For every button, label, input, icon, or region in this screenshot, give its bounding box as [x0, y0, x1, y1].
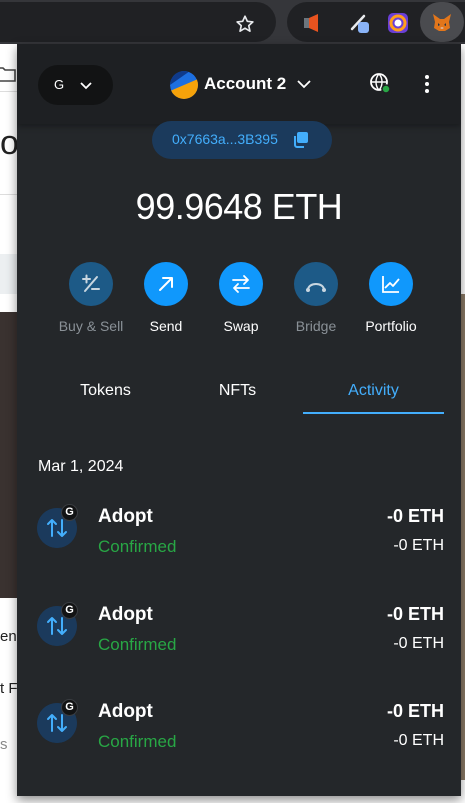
- send-circle: [144, 262, 188, 306]
- active-tab-indicator: [303, 412, 444, 414]
- copy-icon: [294, 132, 308, 148]
- send-label: Send: [149, 318, 183, 334]
- activity-item[interactable]: G Adopt Confirmed -0 ETH -0 ETH: [17, 695, 461, 765]
- tab-nfts[interactable]: NFTs: [167, 374, 308, 416]
- metamask-extension-button[interactable]: [420, 2, 464, 42]
- transaction-icon-wrap: G: [37, 699, 81, 747]
- network-badge: G: [61, 504, 78, 521]
- transaction-secondary-amount: -0 ETH: [393, 635, 444, 652]
- bridge-icon: [306, 283, 326, 292]
- portfolio-circle: [369, 262, 413, 306]
- bookmark-star-icon[interactable]: [234, 13, 256, 35]
- buy-sell-button[interactable]: Buy & Sell: [51, 262, 131, 342]
- color-ring-extension-icon[interactable]: [387, 12, 409, 34]
- pen-extension-icon[interactable]: [349, 12, 371, 34]
- popup-header: G Account 2: [17, 44, 461, 124]
- account-address-button[interactable]: 0x7663a...3B395: [152, 121, 332, 159]
- transaction-secondary-amount: -0 ETH: [393, 537, 444, 554]
- balance-amount: 99.9648 ETH: [135, 186, 343, 227]
- background-text-2: t F: [0, 680, 18, 697]
- transaction-title: Adopt: [98, 506, 153, 527]
- transaction-amount: -0 ETH: [386, 701, 444, 721]
- asset-tabs: Tokens NFTs Activity: [17, 374, 461, 416]
- more-options-icon[interactable]: [420, 73, 434, 95]
- bridge-label: Bridge: [295, 318, 337, 334]
- activity-item[interactable]: G Adopt Confirmed -0 ETH -0 ETH: [17, 500, 461, 570]
- network-picker[interactable]: G: [38, 65, 113, 105]
- background-toolbar: [0, 52, 17, 92]
- account-avatar: [170, 71, 198, 99]
- megaphone-extension-icon[interactable]: [301, 12, 323, 34]
- activity-item[interactable]: G Adopt Confirmed -0 ETH -0 ETH: [17, 598, 461, 668]
- chevron-down-icon: [297, 80, 311, 89]
- network-badge: G: [54, 77, 65, 92]
- browser-toolbar: [0, 0, 465, 44]
- fox-icon: [433, 14, 451, 31]
- send-button[interactable]: Send: [126, 262, 206, 342]
- swap-button[interactable]: Swap: [201, 262, 281, 342]
- folder-icon: [0, 67, 16, 82]
- transaction-title: Adopt: [98, 701, 153, 722]
- wallet-popup: G Account 2 0x7663a...3B395 99.9648 ETH …: [17, 44, 461, 796]
- transaction-icon-wrap: G: [37, 504, 81, 552]
- account-name: Account 2: [204, 74, 287, 93]
- portfolio-button[interactable]: Portfolio: [351, 262, 431, 342]
- transaction-amount: -0 ETH: [386, 506, 444, 526]
- transaction-status: Confirmed: [98, 635, 177, 654]
- transaction-secondary-amount: -0 ETH: [393, 732, 444, 749]
- swap-label: Swap: [223, 318, 259, 334]
- account-picker[interactable]: Account 2: [167, 69, 317, 101]
- network-badge: G: [61, 602, 78, 619]
- bridge-button[interactable]: Bridge: [276, 262, 356, 342]
- address-bar[interactable]: [0, 2, 276, 42]
- plus-minus-icon: [82, 274, 100, 292]
- transaction-icon-wrap: G: [37, 602, 81, 650]
- background-right-image: [461, 294, 465, 780]
- transaction-title: Adopt: [98, 604, 153, 625]
- transaction-status: Confirmed: [98, 537, 177, 556]
- divider: [0, 194, 17, 195]
- chevron-down-icon: [80, 82, 92, 90]
- background-photo: [0, 312, 17, 598]
- network-badge: G: [61, 699, 78, 716]
- transaction-status: Confirmed: [98, 732, 177, 751]
- activity-date: Mar 1, 2024: [38, 458, 124, 475]
- connected-sites-icon[interactable]: [368, 71, 392, 95]
- buy-sell-circle: [69, 262, 113, 306]
- background-text-1: en: [0, 628, 17, 645]
- buy-sell-label: Buy & Sell: [58, 318, 124, 334]
- tab-tokens[interactable]: Tokens: [35, 374, 176, 416]
- background-band: [0, 254, 17, 294]
- swap-circle: [219, 262, 263, 306]
- transaction-amount: -0 ETH: [386, 604, 444, 624]
- bridge-circle: [294, 262, 338, 306]
- portfolio-label: Portfolio: [365, 318, 417, 334]
- arrow-up-right-icon: [159, 277, 173, 291]
- chart-line-icon: [382, 276, 400, 293]
- account-address: 0x7663a...3B395: [172, 131, 278, 147]
- tab-activity[interactable]: Activity: [303, 374, 444, 416]
- background-text-3: s: [0, 736, 8, 753]
- swap-arrows-icon: [232, 275, 250, 293]
